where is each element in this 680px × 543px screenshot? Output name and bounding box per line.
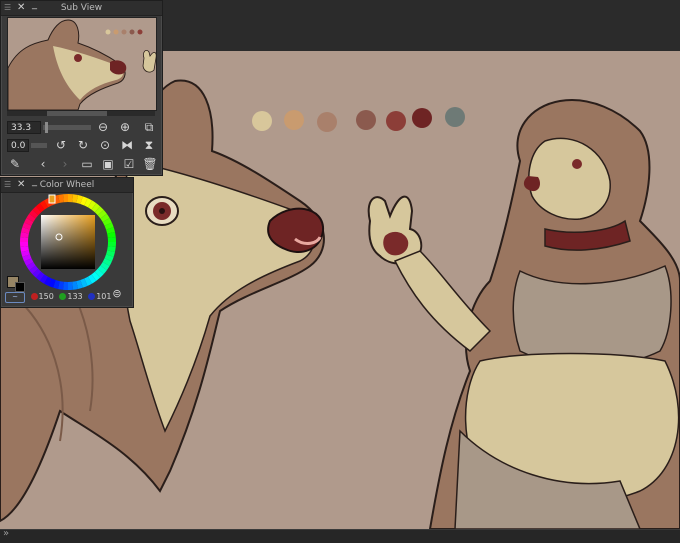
color-settings-icon[interactable]: ⊜ — [109, 286, 125, 302]
color-wheel-titlebar[interactable]: ☰ ✕ _ Color Wheel — [1, 176, 133, 193]
zoom-in-icon[interactable]: ⊕ — [117, 119, 133, 135]
preview-scrollbar[interactable] — [7, 111, 155, 116]
next-image-icon[interactable]: › — [57, 156, 73, 172]
zoom-slider-knob[interactable] — [45, 122, 48, 133]
bottom-status-bar: » — [0, 528, 680, 543]
sub-view-titlebar[interactable]: ☰ ✕ _ Sub View — [1, 0, 162, 16]
fit-view-icon[interactable]: ⧉ — [141, 119, 157, 135]
transparent-color-icon[interactable]: ~ — [5, 292, 25, 303]
open-folder-icon[interactable]: ▭ — [79, 156, 95, 172]
navigator-preview[interactable] — [7, 17, 157, 111]
palette-swatch — [356, 110, 376, 130]
sub-view-panel: ☰ ✕ _ Sub View 33.3 ⊖ ⊕ ⧉ 0.0 ↺ ↻ ⊙ ⧓ ⧗ — [0, 0, 163, 176]
zoom-slider[interactable] — [43, 122, 91, 133]
palette-swatch — [445, 107, 465, 127]
edit-icon[interactable]: ☑ — [121, 156, 137, 172]
color-wheel-panel: ☰ ✕ _ Color Wheel ~ 150 133 101 ⊜ — [0, 176, 134, 308]
green-value: 133 — [67, 292, 83, 301]
preview-scroll-thumb[interactable] — [47, 111, 107, 116]
rotation-value-field[interactable]: 0.0 — [7, 139, 29, 152]
panel-title: Color Wheel — [39, 180, 95, 190]
rgb-readout: ~ 150 133 101 — [5, 291, 111, 303]
trash-icon[interactable]: 🗑 — [142, 156, 158, 172]
expand-chevron-icon[interactable]: » — [3, 528, 9, 539]
zoom-out-icon[interactable]: ⊖ — [95, 119, 111, 135]
palette-swatch — [284, 110, 304, 130]
color-wheel-widget[interactable] — [1, 193, 131, 293]
palette-swatch — [386, 111, 406, 131]
blue-channel-icon — [88, 293, 96, 300]
flip-horizontal-icon[interactable]: ⧓ — [119, 137, 135, 153]
panel-title: Sub View — [60, 3, 103, 13]
red-value: 150 — [38, 292, 54, 301]
palette-swatch — [317, 112, 337, 132]
palette-swatch — [252, 111, 272, 131]
previous-image-icon[interactable]: ‹ — [35, 156, 51, 172]
rotate-right-icon[interactable]: ↻ — [75, 137, 91, 153]
hue-picker-handle[interactable] — [48, 194, 56, 204]
import-image-icon[interactable]: ▣ — [100, 156, 116, 172]
green-channel-icon — [59, 293, 67, 300]
preview-thumbnail — [8, 19, 156, 110]
rotate-left-icon[interactable]: ↺ — [53, 137, 69, 153]
palette-swatch — [412, 108, 432, 128]
reset-rotation-icon[interactable]: ⊙ — [97, 137, 113, 153]
red-channel-icon — [30, 293, 38, 300]
zoom-value-field[interactable]: 33.3 — [7, 121, 41, 134]
eyedropper-icon[interactable]: ✎ — [7, 156, 23, 172]
rotation-slider[interactable] — [31, 143, 47, 148]
flip-vertical-icon[interactable]: ⧗ — [141, 137, 157, 153]
